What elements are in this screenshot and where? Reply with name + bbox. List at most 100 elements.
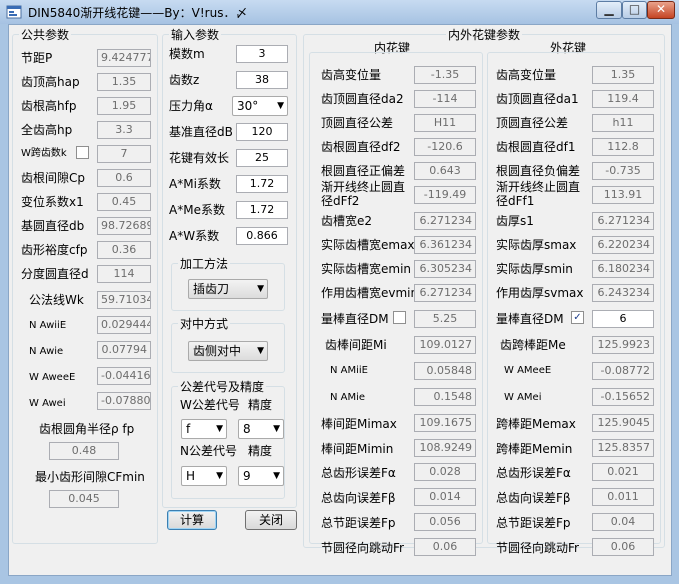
internal-label: N AMiiE: [330, 365, 369, 376]
internal-label: 齿顶圆直径da2: [321, 92, 404, 106]
close-icon: ✕: [655, 2, 667, 16]
external-value: 119.4: [592, 90, 654, 108]
internal-label: 总节距误差Fp: [321, 516, 396, 530]
internal-label: 节圆径向跳动Fr: [321, 541, 404, 555]
internal-value: 108.9249: [414, 439, 476, 457]
input-label: 齿数z: [169, 73, 200, 87]
input-label: 模数m: [169, 47, 205, 61]
internal-label: 齿高变位量: [321, 68, 382, 82]
external-label: 跨棒距Memax: [496, 417, 576, 431]
internal-value: 0.05848: [414, 362, 476, 380]
centering-value: 齿侧对中: [193, 344, 242, 358]
external-value: -0.08772: [592, 362, 654, 380]
n-tolerance-select[interactable]: H ▼: [181, 466, 227, 486]
external-value: -0.735: [592, 162, 654, 180]
root-radius-label: 齿根圆角半径ρ fp: [39, 422, 135, 436]
public-value: 0.029444: [97, 316, 151, 334]
external-label: 齿顶圆直径da1: [496, 92, 579, 106]
title-bar[interactable]: DIN5840渐开线花键——By：V!rus．〆 ▁ □ ✕: [0, 0, 679, 24]
public-value: 59.71034: [97, 291, 151, 309]
n-precision-select[interactable]: 9 ▼: [238, 466, 284, 486]
aw-coeff-input[interactable]: 0.866: [236, 227, 288, 245]
internal-label: 齿槽宽e2: [321, 214, 373, 228]
internal-value: 5.25: [414, 310, 476, 328]
close-button[interactable]: 关闭: [245, 510, 297, 530]
external-spline-panel: 齿高变位量 1.35 齿顶圆直径da1 119.4 顶圆直径公差 h11 齿根圆…: [487, 52, 661, 556]
internal-label: 根圆直径正偏差: [321, 164, 406, 178]
ami-coeff-input[interactable]: 1.72: [236, 175, 288, 193]
external-label: 齿厚s1: [496, 214, 534, 228]
external-dm-input[interactable]: 6: [592, 310, 654, 328]
main-window: DIN5840渐开线花键——By：V!rus．〆 ▁ □ ✕ 公共参数 节距P …: [0, 0, 679, 584]
min-clearance-value: 0.045: [49, 490, 119, 508]
external-label: W AMei: [504, 392, 542, 403]
external-value: 6.180234: [592, 260, 654, 278]
internal-dm-checkbox[interactable]: [393, 311, 406, 324]
external-value: 6.220234: [592, 236, 654, 254]
input-label: A*Mi系数: [169, 177, 221, 191]
maximize-button[interactable]: □: [622, 1, 647, 19]
w-tooth-count-checkbox[interactable]: [76, 146, 89, 159]
internal-value: -114: [414, 90, 476, 108]
external-label: 根圆直径负偏差: [496, 164, 581, 178]
base-diameter-input[interactable]: 120: [236, 123, 288, 141]
public-params-title: 公共参数: [19, 26, 72, 43]
input-label: A*W系数: [169, 229, 220, 243]
w-precision-value: 8: [243, 422, 251, 436]
public-label: N Awie: [29, 346, 64, 357]
method-title: 加工方法: [178, 255, 231, 272]
external-label: 总齿向误差Fβ: [496, 491, 571, 505]
public-value: 98.72689: [97, 217, 151, 235]
external-value: 125.9045: [592, 414, 654, 432]
client-area: 公共参数 节距P 9.424777 齿顶高hap 1.35 齿根高hfp 1.9…: [8, 24, 672, 576]
chevron-down-icon: ▼: [273, 471, 280, 481]
external-label: 作用齿厚svmax: [496, 286, 584, 300]
external-value: 6.243234: [592, 284, 654, 302]
external-dm-checkbox[interactable]: ✓: [571, 311, 584, 324]
w-precision-select[interactable]: 8 ▼: [238, 419, 284, 439]
effective-length-input[interactable]: 25: [236, 149, 288, 167]
internal-value: 109.1675: [414, 414, 476, 432]
input-label: A*Me系数: [169, 203, 225, 217]
public-value: 1.35: [97, 73, 151, 91]
external-value: 112.8: [592, 138, 654, 156]
method-value: 插齿刀: [193, 282, 230, 296]
public-value: 7: [97, 145, 151, 163]
internal-label: 棒间距Mimax: [321, 417, 397, 431]
spline-params-title: 内外花键参数: [446, 26, 523, 43]
internal-label: N AMie: [330, 392, 366, 403]
centering-group: 对中方式 齿侧对中 ▼: [171, 315, 285, 373]
public-label: 齿根间隙Cp: [21, 171, 85, 185]
close-window-button[interactable]: ✕: [647, 1, 675, 19]
centering-select[interactable]: 齿侧对中 ▼: [188, 341, 268, 361]
w-tolerance-select[interactable]: f ▼: [181, 419, 227, 439]
public-label: 分度圆直径d: [21, 267, 89, 281]
public-value: 3.3: [97, 121, 151, 139]
public-value: 0.6: [97, 169, 151, 187]
module-input[interactable]: 3: [236, 45, 288, 63]
spline-params-group: 内外花键参数 内花键 外花键 齿高变位量 -1.35 齿顶圆直径da2 -114…: [303, 26, 665, 556]
internal-label: 总齿形误差Fα: [321, 466, 396, 480]
method-select[interactable]: 插齿刀 ▼: [188, 279, 268, 299]
external-label: 齿跨棒距Me: [500, 338, 566, 352]
minimize-button[interactable]: ▁: [596, 1, 622, 19]
w-tolerance-label: W公差代号: [180, 398, 240, 412]
tooth-count-input[interactable]: 38: [236, 71, 288, 89]
external-value: 113.91: [592, 186, 654, 204]
external-value: -0.15652: [592, 388, 654, 406]
external-label: 实际齿厚smin: [496, 262, 573, 276]
pressure-angle-select[interactable]: 30° ▼: [232, 96, 288, 116]
external-label: 节圆径向跳动Fr: [496, 541, 579, 555]
internal-value: 0.06: [414, 538, 476, 556]
public-value: 0.07794: [97, 341, 151, 359]
input-params-group: 输入参数 模数m 3 齿数z 38 压力角α 30° ▼ 基准直径dB 120 花…: [162, 26, 297, 508]
calculate-button[interactable]: 计算: [167, 510, 217, 530]
external-value: 125.9923: [592, 336, 654, 354]
n-precision-value: 9: [243, 469, 251, 483]
external-label: 实际齿厚smax: [496, 238, 577, 252]
public-value: -0.07880: [97, 392, 151, 410]
internal-value: H11: [414, 114, 476, 132]
chevron-down-icon: ▼: [277, 101, 284, 111]
internal-value: -119.49: [414, 186, 476, 204]
ame-coeff-input[interactable]: 1.72: [236, 201, 288, 219]
